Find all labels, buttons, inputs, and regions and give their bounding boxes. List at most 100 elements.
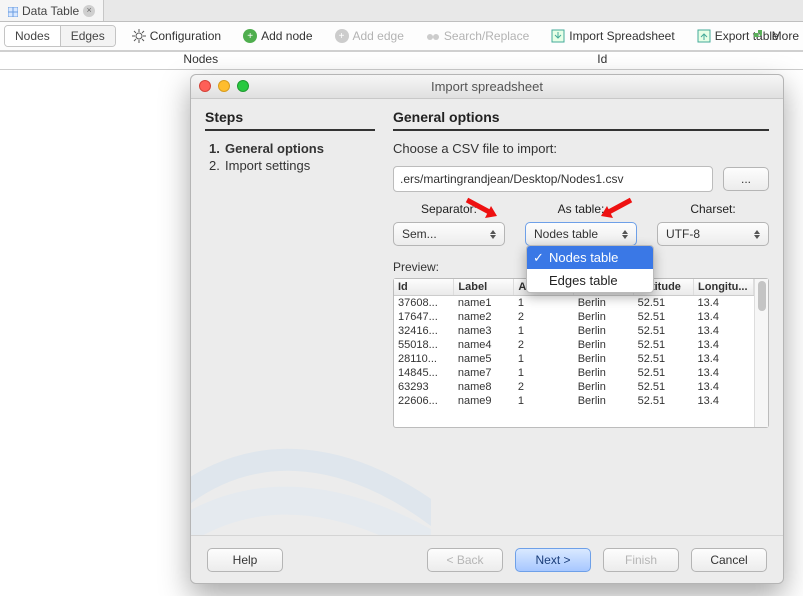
segment-nodes[interactable]: Nodes [5,26,61,46]
table-cell: name8 [454,380,514,394]
minimize-window-button[interactable] [218,80,230,92]
table-cell: 1 [514,352,574,366]
modal-title: Import spreadsheet [191,79,783,94]
table-row[interactable]: 63293name82Berlin52.5113.4 [394,380,754,394]
table-row[interactable]: 22606...name91Berlin52.5113.4 [394,394,754,408]
zoom-window-button[interactable] [237,80,249,92]
configuration-button[interactable]: Configuration [124,25,229,47]
import-spreadsheet-button[interactable]: Import Spreadsheet [543,25,682,47]
plus-icon: + [243,29,257,43]
charset-cell: Charset: UTF-8 [657,202,769,246]
tab-data-table[interactable]: Data Table × [0,0,104,21]
preview-col-header[interactable]: Longitu... [694,279,754,296]
table-cell: name5 [454,352,514,366]
table-cell: 22606... [394,394,454,408]
table-cell: 32416... [394,324,454,338]
more-button[interactable]: More [752,22,799,50]
table-cell: 37608... [394,296,454,311]
add-node-label: Add node [261,29,312,43]
general-options-header: General options [393,109,769,131]
gear-icon [132,29,146,43]
astable-option-nodes[interactable]: Nodes table [527,246,653,269]
modal-footer: Help < Back Next > Finish Cancel [191,535,783,583]
choose-file-label: Choose a CSV file to import: [393,141,769,156]
separator-label: Separator: [421,202,477,216]
table-cell: 2 [514,380,574,394]
table-cell: 1 [514,296,574,311]
table-cell: 1 [514,324,574,338]
table-row[interactable]: 37608...name11Berlin52.5113.4 [394,296,754,311]
general-options-panel: General options Choose a CSV file to imp… [393,109,769,535]
import-spreadsheet-label: Import Spreadsheet [569,29,674,43]
next-button[interactable]: Next > [515,548,591,572]
add-node-button[interactable]: + Add node [235,25,320,47]
table-cell: Berlin [574,366,634,380]
table-cell: 52.51 [634,380,694,394]
import-spreadsheet-modal: Import spreadsheet Steps 1.General optio… [190,74,784,584]
segment-edges[interactable]: Edges [61,26,115,46]
table-cell: 52.51 [634,310,694,324]
table-cell: 52.51 [634,338,694,352]
charset-select[interactable]: UTF-8 [657,222,769,246]
chevron-updown-icon [752,227,762,241]
table-row[interactable]: 14845...name71Berlin52.5113.4 [394,366,754,380]
table-row[interactable]: 28110...name51Berlin52.5113.4 [394,352,754,366]
table-cell: 52.51 [634,324,694,338]
table-cell: 13.4 [694,380,754,394]
main-toolbar: Nodes Edges Configuration + Add node + A… [0,22,803,52]
table-cell: Berlin [574,296,634,311]
help-button[interactable]: Help [207,548,283,572]
table-cell: 13.4 [694,394,754,408]
table-cell: 14845... [394,366,454,380]
browse-button[interactable]: ... [723,167,769,191]
table-cell: 2 [514,310,574,324]
astable-select[interactable]: Nodes table Nodes table Edges table [525,222,637,246]
table-cell: 13.4 [694,366,754,380]
window-controls [199,80,249,92]
table-cell: Berlin [574,352,634,366]
search-replace-button: Search/Replace [418,25,537,47]
table-row[interactable]: 55018...name42Berlin52.5113.4 [394,338,754,352]
table-cell: name3 [454,324,514,338]
table-cell: Berlin [574,310,634,324]
table-row[interactable]: 17647...name22Berlin52.5113.4 [394,310,754,324]
table-cell: 52.51 [634,296,694,311]
preview-col-header[interactable]: Id [394,279,454,296]
separator-value: Sem... [402,227,437,241]
table-cell: Berlin [574,394,634,408]
table-cell: 13.4 [694,338,754,352]
table-row[interactable]: 32416...name31Berlin52.5113.4 [394,324,754,338]
table-cell: name9 [454,394,514,408]
cancel-button[interactable]: Cancel [691,548,767,572]
table-cell: 28110... [394,352,454,366]
table-cell: 52.51 [634,394,694,408]
back-button: < Back [427,548,503,572]
backdrop-col-nodes: Nodes [0,52,402,69]
table-cell: 52.51 [634,366,694,380]
binoculars-icon [426,29,440,43]
close-window-button[interactable] [199,80,211,92]
configuration-label: Configuration [150,29,221,43]
nodes-edges-segment: Nodes Edges [4,25,116,47]
table-cell: Berlin [574,338,634,352]
preview-col-header[interactable]: Label [454,279,514,296]
table-cell: Berlin [574,324,634,338]
astable-option-edges[interactable]: Edges table [527,269,653,292]
chevron-updown-icon [620,227,630,241]
close-icon[interactable]: × [83,5,95,17]
add-edge-button: + Add edge [327,25,412,47]
preview-scrollbar[interactable] [754,279,768,427]
separator-select[interactable]: Sem... [393,222,505,246]
separator-cell: Separator: Sem... [393,202,505,246]
backdrop-col-id: Id [402,52,803,69]
table-cell: 13.4 [694,352,754,366]
astable-dropdown: Nodes table Edges table [526,245,654,293]
scrollbar-thumb[interactable] [758,281,766,311]
file-path-input[interactable] [393,166,713,192]
puzzle-icon [752,28,768,44]
plus-icon: + [335,29,349,43]
table-cell: name4 [454,338,514,352]
preview-table: IdLabelAttribu...CityLatitudeLongitu... … [394,279,754,427]
preview-table-wrap: IdLabelAttribu...CityLatitudeLongitu... … [393,278,769,428]
table-cell: name7 [454,366,514,380]
